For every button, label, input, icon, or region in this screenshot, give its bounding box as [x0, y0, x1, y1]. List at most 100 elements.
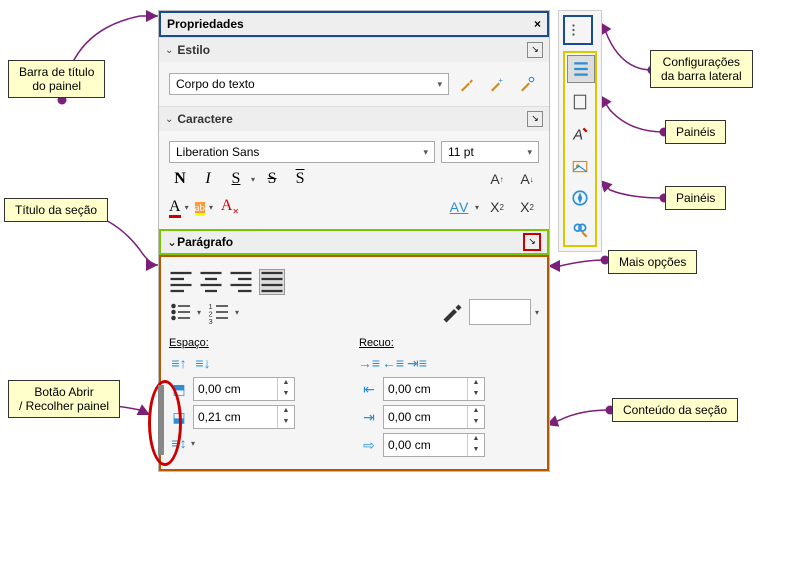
chevron-down-icon[interactable]: ▾ — [191, 439, 195, 448]
close-icon[interactable]: × — [534, 17, 541, 31]
chevron-down-icon[interactable]: ▾ — [475, 203, 479, 212]
increase-spacing-icon[interactable]: ≡↑ — [169, 353, 189, 373]
callout-content: Conteúdo da seção — [612, 398, 738, 422]
number-list-icon[interactable]: 123 — [207, 300, 231, 324]
overline-button[interactable]: S — [289, 170, 311, 188]
subscript-button[interactable]: X2 — [515, 195, 539, 219]
indent-left-spinner[interactable]: ▲▼ — [383, 377, 485, 401]
spin-up[interactable]: ▲ — [468, 378, 484, 389]
spin-down[interactable]: ▼ — [278, 389, 294, 400]
section-header-para[interactable]: ⌄ Parágrafo ↘ — [159, 229, 549, 255]
space-below-input[interactable] — [194, 406, 277, 428]
page-tab-icon[interactable] — [567, 89, 593, 115]
styles-tab-icon[interactable]: A — [567, 121, 593, 147]
space-above-icon: ⬒ — [169, 379, 189, 399]
spin-up[interactable]: ▲ — [278, 378, 294, 389]
chevron-down-icon: ⌄ — [165, 114, 173, 125]
font-color-button[interactable]: A — [169, 198, 181, 216]
panel-titlebar: Propriedades × — [159, 11, 549, 37]
indent-first-spinner[interactable]: ▲▼ — [383, 433, 485, 457]
strike-button[interactable]: S — [261, 170, 283, 188]
navigator-tab-icon[interactable] — [567, 185, 593, 211]
svg-text:A: A — [572, 128, 583, 143]
font-name: Liberation Sans — [176, 145, 259, 159]
shrink-font-icon[interactable]: A↓ — [515, 167, 539, 191]
clear-format-button[interactable]: A✕ — [219, 197, 241, 216]
style-body: Corpo do texto ▾ + — [159, 62, 549, 106]
align-left-icon[interactable] — [169, 270, 193, 294]
increase-indent-icon[interactable]: →≡ — [359, 353, 379, 373]
combo-value: Corpo do texto — [176, 77, 255, 91]
chevron-down-icon[interactable]: ▾ — [209, 203, 213, 212]
align-center-icon[interactable] — [199, 270, 223, 294]
update-style-icon[interactable] — [515, 72, 539, 96]
indent-right-input[interactable] — [384, 406, 467, 428]
chevron-down-icon[interactable]: ▾ — [535, 308, 539, 317]
inspector-tab-icon[interactable] — [567, 217, 593, 243]
sidebar-tab-bar: A — [558, 10, 602, 252]
char-spacing-button[interactable]: AV — [447, 195, 471, 219]
svg-text:3: 3 — [209, 317, 213, 324]
spin-down[interactable]: ▼ — [468, 417, 484, 428]
more-options-para[interactable]: ↘ — [523, 233, 541, 251]
decrease-indent-icon[interactable]: ←≡ — [383, 353, 403, 373]
bg-color-button[interactable] — [469, 299, 531, 325]
properties-tab-icon[interactable] — [567, 55, 595, 83]
decrease-spacing-icon[interactable]: ≡↓ — [193, 353, 213, 373]
chevron-down-icon: ⌄ — [167, 235, 177, 249]
sidebar-settings-icon[interactable] — [563, 15, 593, 45]
format-paintbrush-icon[interactable] — [439, 300, 463, 324]
more-options-char[interactable]: ↘ — [527, 111, 543, 127]
section-header-char[interactable]: ⌄ Caractere ↘ — [159, 106, 549, 131]
more-options-style[interactable]: ↘ — [527, 42, 543, 58]
collapse-handle[interactable] — [158, 385, 164, 455]
chevron-down-icon[interactable]: ▾ — [251, 175, 255, 184]
space-above-spinner[interactable]: ▲▼ — [193, 377, 295, 401]
bullet-list-icon[interactable] — [169, 300, 193, 324]
chevron-down-icon[interactable]: ▾ — [197, 308, 201, 317]
brush-icon[interactable] — [455, 72, 479, 96]
callout-panels2: Painéis — [665, 186, 726, 210]
section-title-para: Parágrafo — [177, 235, 233, 249]
space-above-input[interactable] — [194, 378, 277, 400]
chevron-down-icon: ▾ — [527, 147, 532, 158]
spin-down[interactable]: ▼ — [278, 417, 294, 428]
font-size-combo[interactable]: 11 pt ▾ — [441, 141, 539, 163]
sidebar-panels-group: A — [563, 51, 597, 247]
para-body: ▾ 123 ▾ ▾ Espaço: ≡↑ ≡↓ ⬒ — [159, 255, 549, 471]
spin-up[interactable]: ▲ — [468, 406, 484, 417]
gallery-tab-icon[interactable] — [567, 153, 593, 179]
highlight-button[interactable]: ab — [195, 200, 205, 214]
char-body: Liberation Sans ▾ 11 pt ▾ N I S ▾ S S A↑… — [159, 131, 549, 229]
paragraph-style-combo[interactable]: Corpo do texto ▾ — [169, 73, 449, 95]
spin-up[interactable]: ▲ — [468, 434, 484, 445]
spin-down[interactable]: ▼ — [468, 389, 484, 400]
underline-button[interactable]: S — [225, 170, 247, 188]
indent-first-input[interactable] — [384, 434, 467, 456]
section-header-style[interactable]: ⌄ Estilo ↘ — [159, 37, 549, 62]
hanging-indent-icon[interactable]: ⇥≡ — [407, 353, 427, 373]
font-name-combo[interactable]: Liberation Sans ▾ — [169, 141, 435, 163]
space-below-icon: ⬓ — [169, 407, 189, 427]
italic-button[interactable]: I — [197, 170, 219, 188]
spin-down[interactable]: ▼ — [468, 445, 484, 456]
grow-font-icon[interactable]: A↑ — [485, 167, 509, 191]
space-below-spinner[interactable]: ▲▼ — [193, 405, 295, 429]
bold-button[interactable]: N — [169, 170, 191, 188]
chevron-down-icon: ▾ — [437, 79, 442, 90]
spin-up[interactable]: ▲ — [278, 406, 294, 417]
chevron-down-icon[interactable]: ▾ — [235, 308, 239, 317]
indent-first-icon: ⇨ — [359, 435, 379, 455]
section-title-style: Estilo — [177, 43, 210, 57]
indent-right-icon: ⇥ — [359, 407, 379, 427]
align-right-icon[interactable] — [229, 270, 253, 294]
chevron-down-icon[interactable]: ▾ — [185, 203, 189, 212]
indent-right-spinner[interactable]: ▲▼ — [383, 405, 485, 429]
properties-panel: Propriedades × ⌄ Estilo ↘ Corpo do texto… — [158, 10, 550, 472]
indent-left-input[interactable] — [384, 378, 467, 400]
line-spacing-icon[interactable]: ≡↕ — [169, 433, 189, 453]
align-justify-icon[interactable] — [259, 269, 285, 295]
callout-titlebar: Barra de título do painel — [8, 60, 105, 98]
superscript-button[interactable]: X2 — [485, 195, 509, 219]
new-style-icon[interactable]: + — [485, 72, 509, 96]
